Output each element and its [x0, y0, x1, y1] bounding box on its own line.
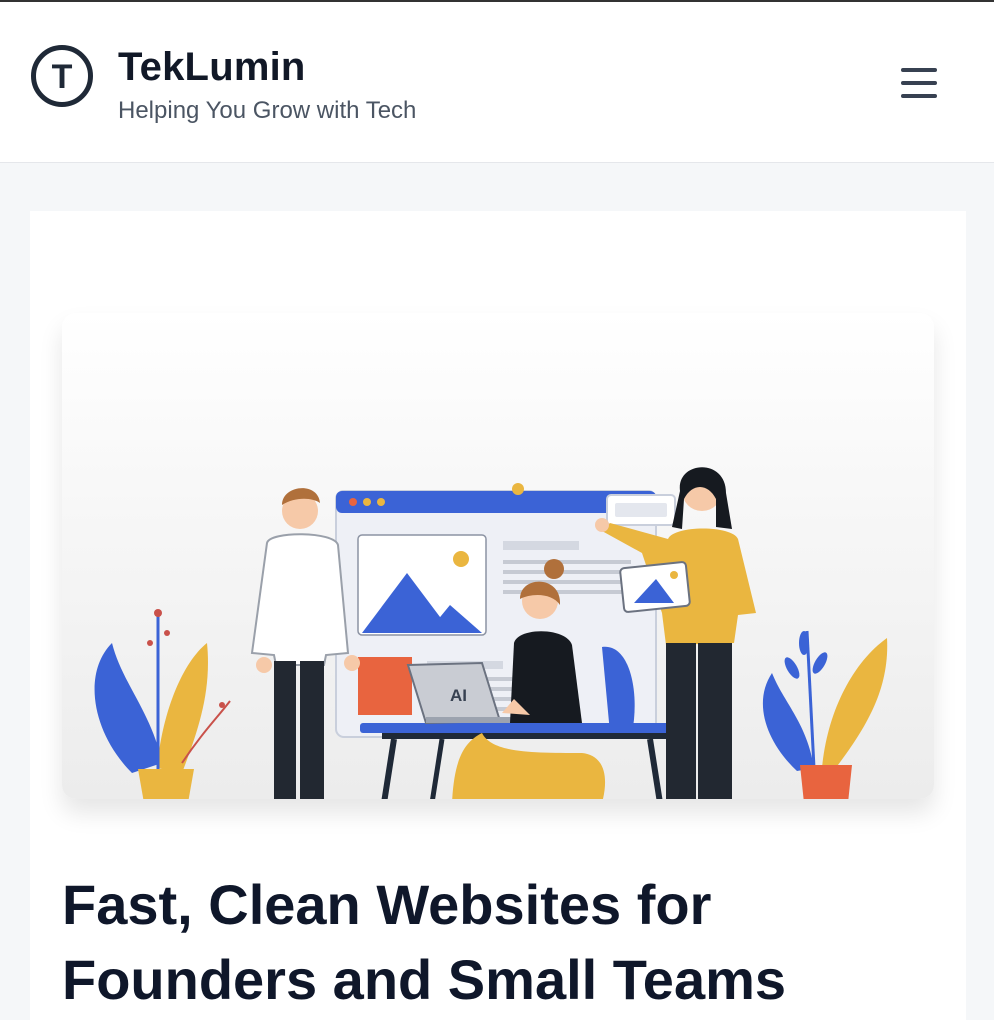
menu-bar: [901, 68, 937, 72]
brand-name: TekLumin: [118, 45, 306, 89]
hero-title-line-1: Fast, Clean Websites for: [62, 873, 712, 936]
hamburger-menu-icon[interactable]: [888, 54, 948, 110]
hero-title: Fast, Clean Websites for Founders and Sm…: [62, 867, 922, 1017]
hero-illustration: AI: [62, 313, 934, 799]
hero-title-line-2: Founders and Small Teams: [62, 948, 787, 1011]
laptop-ai-label: AI: [450, 686, 467, 705]
logo-icon: T: [31, 45, 93, 107]
team-illustration: AI: [94, 467, 888, 799]
site-header: T TekLumin Helping You Grow with Tech: [0, 2, 994, 163]
logo-letter: T: [52, 58, 73, 96]
brand-tagline: Helping You Grow with Tech: [118, 97, 417, 124]
plant-right-graphic: [762, 630, 888, 799]
plant-left-graphic: [94, 609, 231, 799]
menu-bar: [901, 81, 937, 85]
menu-bar: [901, 94, 937, 98]
home-logo-link[interactable]: T TekLumin Helping You Grow with Tech: [30, 42, 450, 132]
hero-card: AI Fast, Clean Websites for Founders and…: [30, 211, 966, 1020]
